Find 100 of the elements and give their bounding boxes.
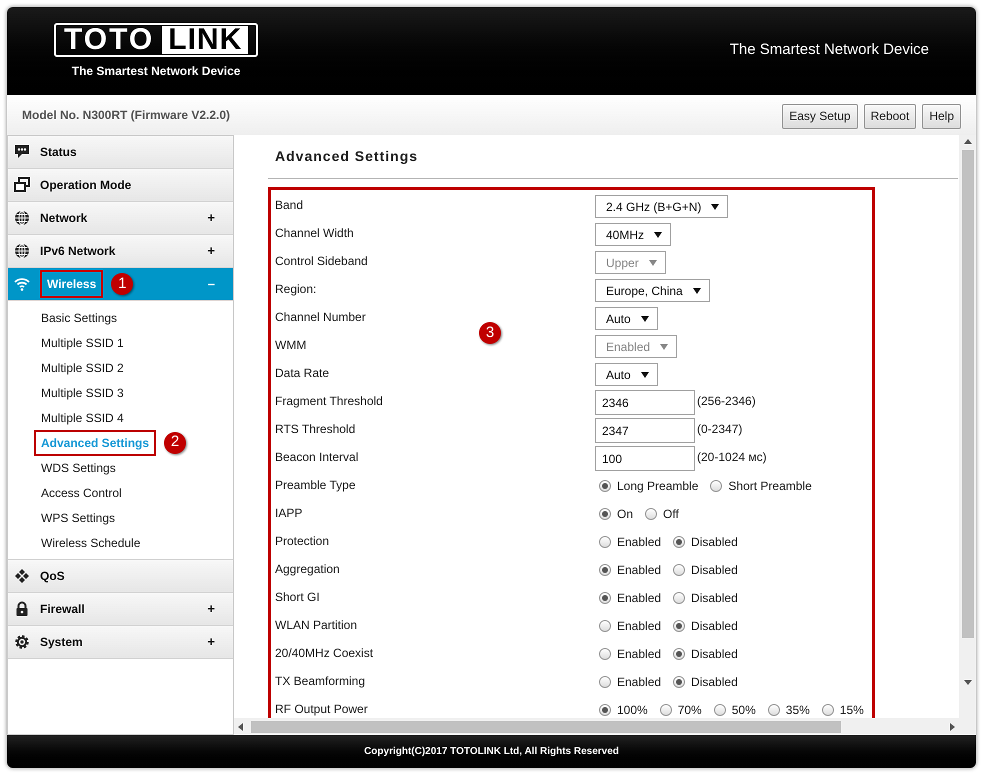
radio-option[interactable]: 70% [660,701,702,719]
dropdown-caret-icon [640,316,649,322]
radio-option[interactable]: Disabled [673,533,738,551]
radio-option[interactable]: Long Preamble [599,477,698,495]
radio-option[interactable]: Disabled [673,645,738,663]
callout-badge: 2 [164,432,186,454]
submenu-link[interactable]: WPS Settings [34,508,122,526]
radio-option[interactable]: Enabled [599,617,662,635]
radio-option[interactable]: Enabled [599,645,662,663]
dropdown[interactable]: Auto [595,363,658,386]
setting-label: Channel Number [275,309,367,326]
menu-label: Firewall [40,601,85,618]
globe-icon [14,243,30,259]
radio-option[interactable]: Disabled [673,561,738,579]
radio-option[interactable]: 50% [714,701,756,719]
setting-label: Preamble Type [275,477,356,494]
expand-toggle[interactable]: + [207,599,215,619]
setting-label: TX Beamforming [275,673,366,690]
dropdown[interactable]: Auto [595,307,658,330]
submenu-link[interactable]: Basic Settings [34,308,124,326]
toolbar-button[interactable]: Help [922,104,961,128]
dropdown: Enabled [595,335,678,358]
radio-option[interactable]: Disabled [673,589,738,607]
radio-option[interactable]: Off [645,505,679,523]
radio-option[interactable]: Short Preamble [710,477,812,495]
setting-label: Region: [275,281,318,298]
setting-label: Data Rate [275,365,330,382]
setting-label: Short GI [275,589,321,606]
scroll-down-icon[interactable] [964,680,972,685]
submenu-link[interactable]: WDS Settings [34,458,123,476]
gear-icon [14,634,30,650]
radio-option[interactable]: Enabled [599,673,662,691]
sidebar-item[interactable]: System + [8,626,233,659]
setting-label: WMM [275,337,308,354]
dropdown[interactable]: Europe, China [595,279,710,302]
submenu-link[interactable]: Multiple SSID 2 [34,358,131,376]
dropdown-caret-icon [660,344,668,350]
vertical-scrollbar[interactable] [959,135,976,735]
dropdown[interactable]: 2.4 GHz (B+G+N) [595,195,728,218]
dropdown-caret-icon [711,204,720,210]
dropdown-caret-icon [654,232,662,238]
callout-badge: 3 [479,322,501,344]
radio-option[interactable]: On [599,505,634,523]
toolbar-button[interactable]: Reboot [864,104,916,128]
submenu-link[interactable]: Wireless Schedule [34,534,148,552]
input-field[interactable]: 100 [595,446,695,471]
diamonds-icon [14,568,30,584]
menu-label: Network [40,210,88,227]
sidebar-item[interactable]: Operation Mode [8,169,233,202]
radio-option[interactable]: Enabled [599,533,662,551]
submenu-link[interactable]: Multiple SSID 1 [34,334,131,352]
chat-bubble-icon [14,144,30,160]
lock-icon [14,601,30,617]
radio-option[interactable]: 35% [768,701,810,719]
radio-option[interactable]: 100% [599,701,648,719]
sidebar-item[interactable]: IPv6 Network + [8,235,233,268]
setting-label: IAPP [275,505,304,522]
setting-label: 20/40MHz Coexist [275,645,374,662]
expand-toggle[interactable]: + [207,632,215,652]
sidebar-item[interactable]: Network + [8,202,233,235]
scrollbar-thumb[interactable] [251,720,841,732]
input-field[interactable]: 2346 [595,390,695,415]
range-hint: (20-1024 мс) [697,449,767,466]
toolbar-button[interactable]: Easy Setup [782,104,858,128]
expand-toggle[interactable]: + [207,208,215,228]
submenu-link[interactable]: Multiple SSID 3 [34,384,131,402]
submenu-link[interactable]: Access Control [34,484,129,502]
setting-label: RTS Threshold [275,421,356,438]
input-field[interactable]: 2347 [595,418,695,443]
scroll-left-icon[interactable] [238,722,243,730]
submenu-link[interactable]: Multiple SSID 4 [34,408,131,426]
menu-label: System [40,634,83,651]
radio-option[interactable]: Disabled [673,617,738,635]
range-hint: (0-2347) [697,421,742,438]
scroll-right-icon[interactable] [950,722,955,730]
logo-tagline: The Smartest Network Device [72,62,240,80]
menu-label: Operation Mode [40,177,132,194]
globe-icon [14,210,30,226]
sidebar-item[interactable]: Wireless 1 – [8,268,233,301]
menu-label: IPv6 Network [40,243,116,260]
setting-label: Control Sideband [275,253,369,270]
radio-option[interactable]: 15% [822,701,864,719]
menu-label: QoS [40,568,65,585]
scroll-up-icon[interactable] [964,139,972,144]
scrollbar-thumb[interactable] [962,150,974,638]
menu-label: Wireless [40,270,104,298]
radio-option[interactable]: Disabled [673,673,738,691]
model-number: Model No. N300RT (Firmware V2.2.0) [22,107,230,124]
expand-toggle[interactable]: + [207,241,215,261]
sidebar-item[interactable]: QoS [8,560,233,593]
radio-option[interactable]: Enabled [599,589,662,607]
radio-option[interactable]: Enabled [599,561,662,579]
dropdown-caret-icon [640,372,649,378]
page-title: Advanced Settings [274,147,420,166]
setting-label: Protection [275,533,330,550]
sidebar-item[interactable]: Firewall + [8,593,233,626]
dropdown[interactable]: 40MHz [595,223,672,246]
horizontal-scrollbar[interactable] [234,718,959,735]
sidebar-item[interactable]: Status [8,136,233,169]
range-hint: (256-2346) [697,393,756,410]
